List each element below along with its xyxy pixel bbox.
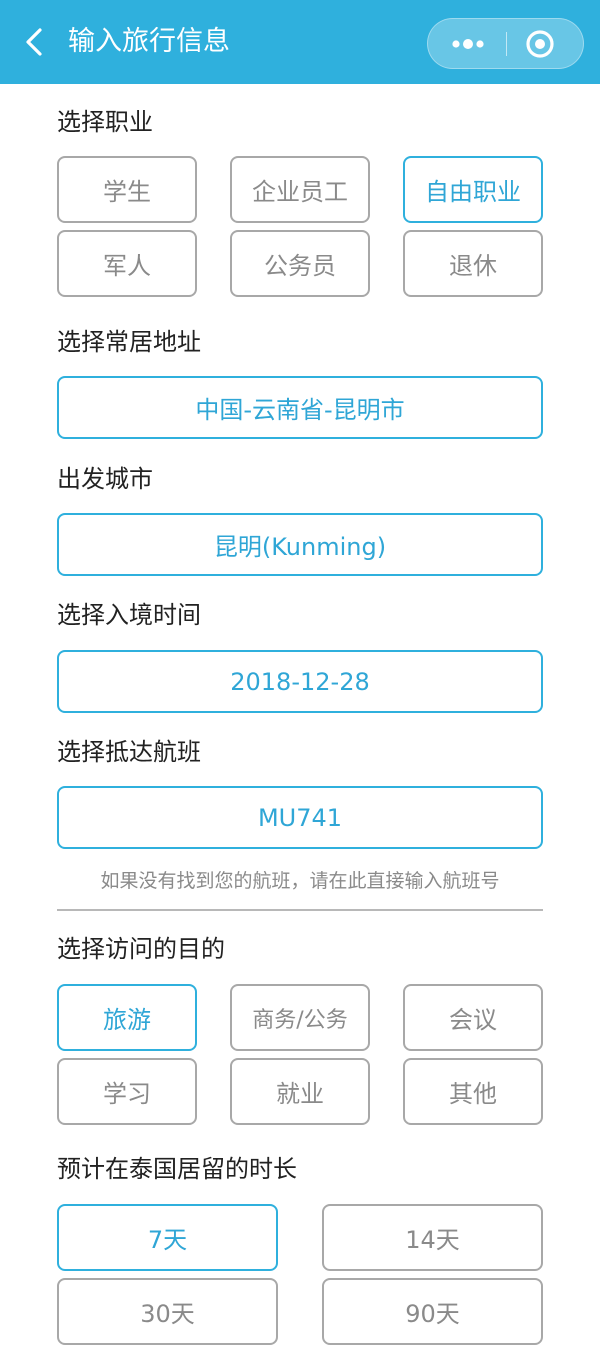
duration-label: 预计在泰国居留的时长 — [57, 1155, 297, 1183]
occupation-option-retired[interactable]: 退休 — [403, 230, 543, 297]
target-close-icon — [526, 30, 554, 58]
residence-label: 选择常居地址 — [57, 328, 201, 356]
more-dots-icon — [452, 39, 484, 49]
occupation-option-student[interactable]: 学生 — [57, 156, 197, 223]
flight-field[interactable]: MU741 — [57, 786, 543, 849]
occupation-option-freelancer[interactable]: 自由职业 — [403, 156, 543, 223]
top-bar: 输入旅行信息 — [0, 0, 600, 84]
purpose-label: 选择访问的目的 — [57, 935, 225, 963]
mini-program-capsule — [427, 18, 584, 69]
departure-city-label: 出发城市 — [57, 465, 153, 493]
duration-option-30-days[interactable]: 30天 — [57, 1278, 278, 1345]
duration-option-14-days[interactable]: 14天 — [322, 1204, 543, 1271]
occupation-label: 选择职业 — [57, 108, 153, 136]
page-title: 输入旅行信息 — [68, 26, 230, 57]
entry-date-field[interactable]: 2018-12-28 — [57, 650, 543, 713]
purpose-option-business[interactable]: 商务/公务 — [230, 984, 370, 1051]
entry-date-label: 选择入境时间 — [57, 601, 201, 629]
occupation-option-civil-servant[interactable]: 公务员 — [230, 230, 370, 297]
occupation-option-employee[interactable]: 企业员工 — [230, 156, 370, 223]
flight-label: 选择抵达航班 — [57, 738, 201, 766]
capsule-divider — [506, 32, 507, 56]
purpose-option-tourism[interactable]: 旅游 — [57, 984, 197, 1051]
departure-city-field[interactable]: 昆明(Kunming) — [57, 513, 543, 576]
duration-option-7-days[interactable]: 7天 — [57, 1204, 278, 1271]
divider — [57, 909, 543, 911]
occupation-option-military[interactable]: 军人 — [57, 230, 197, 297]
chevron-left-icon — [26, 28, 42, 56]
purpose-option-other[interactable]: 其他 — [403, 1058, 543, 1125]
more-button[interactable] — [442, 29, 494, 59]
purpose-option-study[interactable]: 学习 — [57, 1058, 197, 1125]
close-button[interactable] — [524, 28, 556, 60]
purpose-option-conference[interactable]: 会议 — [403, 984, 543, 1051]
flight-hint-link[interactable]: 如果没有找到您的航班，请在此直接输入航班号 — [57, 866, 543, 893]
back-button[interactable] — [18, 24, 54, 60]
purpose-option-employment[interactable]: 就业 — [230, 1058, 370, 1125]
residence-field[interactable]: 中国-云南省-昆明市 — [57, 376, 543, 439]
duration-option-90-days[interactable]: 90天 — [322, 1278, 543, 1345]
